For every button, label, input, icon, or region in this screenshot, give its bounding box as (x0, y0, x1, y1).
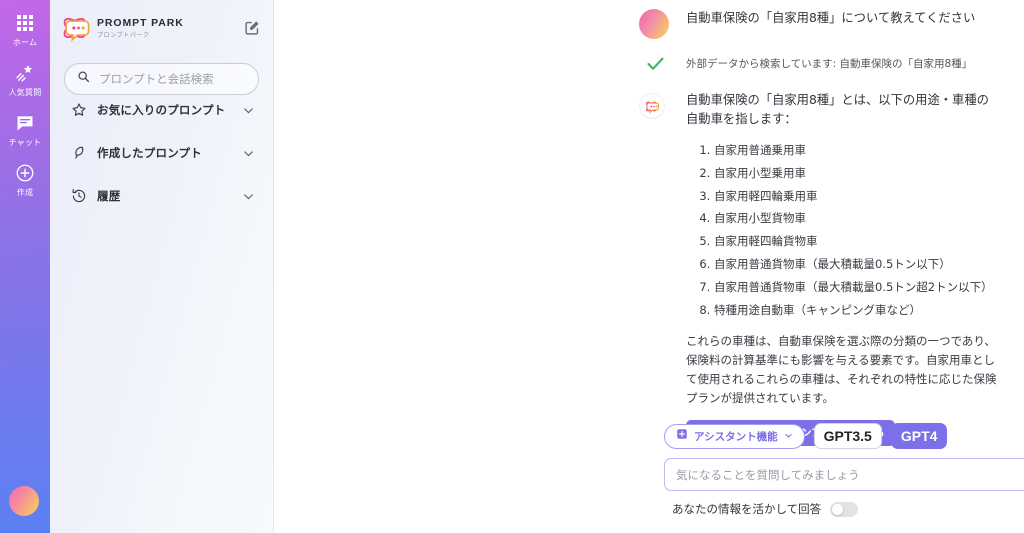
prompt-park-logo (60, 13, 94, 43)
chevron-down-icon[interactable] (242, 104, 255, 117)
list-item: 自家用軽四輪乗用車 (714, 185, 1000, 208)
list-item: 自家用普通貨物車（最大積載量0.5トン超2トン以下） (714, 276, 1000, 299)
list-item: 自家用軽四輪貨物車 (714, 230, 1000, 253)
brand-title: PROMPT PARK (97, 16, 184, 29)
message-input-row (664, 458, 1024, 491)
sidebar-label-favorite-prompts: お気に入りのプロンプト (97, 103, 226, 117)
list-item: 自家用小型乗用車 (714, 162, 1000, 185)
model-selector-row: アシスタント機能 GPT3.5 GPT4 (664, 423, 1024, 449)
list-item: 特種用途自動車（キャンピング車など） (714, 299, 1000, 322)
compose-icon[interactable] (241, 17, 263, 39)
app-root: ホーム 人気質問 チャット 作成 PROMPT PARK プロンプトパーク プロ… (0, 0, 1024, 533)
assistant-features-label: アシスタント機能 (694, 430, 778, 443)
rail-label-create: 作成 (16, 188, 34, 197)
chevron-down-icon (784, 427, 793, 445)
search-status-row: 外部データから検索しています: 自動車保険の「自家用8種」 (274, 39, 1024, 74)
assistant-paragraph: これらの車種は、自動車保険を選ぶ際の分類の一つであり、保険料の計算基準にも影響を… (686, 334, 997, 406)
history-clock-icon (68, 188, 90, 204)
rail-item-chat[interactable]: チャット (0, 112, 50, 148)
rail-item-popular[interactable]: 人気質問 (0, 62, 50, 98)
assistant-message: 自動車保険の「自家用8種」とは、以下の用途・車種の自動車を指します： 自家用普通… (274, 74, 1024, 447)
shooting-star-icon (15, 62, 35, 84)
composer: アシスタント機能 GPT3.5 GPT4 気になることを質問してみましょう あな… (664, 423, 1024, 533)
assistant-intro-text: 自動車保険の「自家用8種」とは、以下の用途・車種の自動車を指します： (686, 93, 989, 126)
search-status-text: 外部データから検索しています: 自動車保険の「自家用8種」 (686, 58, 973, 70)
rail-label-home: ホーム (12, 38, 38, 47)
chevron-down-icon[interactable] (242, 190, 255, 203)
personalization-toggle[interactable] (830, 501, 859, 517)
search-input[interactable] (99, 72, 246, 86)
sidebar-label-history: 履歴 (97, 189, 121, 203)
sidebar-item-created-prompts[interactable]: 作成したプロンプト (64, 138, 259, 168)
vehicle-type-list: 自家用普通乗用車 自家用小型乗用車 自家用軽四輪乗用車 自家用小型貨物車 自家用… (686, 139, 1000, 321)
list-item: 自家用小型貨物車 (714, 207, 1000, 230)
user-avatar (639, 9, 671, 39)
search-icon (77, 70, 90, 88)
assistant-badge-icon (676, 427, 688, 445)
rail-label-popular: 人気質問 (8, 88, 42, 97)
model-chip-gpt35[interactable]: GPT3.5 (813, 423, 882, 449)
message-input-wrapper[interactable] (664, 458, 1024, 491)
grid-icon (17, 12, 33, 34)
avatar[interactable] (9, 486, 39, 516)
assistant-features-button[interactable]: アシスタント機能 (664, 423, 805, 449)
search-box[interactable] (64, 63, 259, 95)
check-icon (639, 53, 671, 74)
rail-item-home[interactable]: ホーム (0, 12, 50, 48)
assistant-message-body: 自動車保険の「自家用8種」とは、以下の用途・車種の自動車を指します： 自家用普通… (671, 91, 1024, 447)
rail-item-create[interactable]: 作成 (0, 162, 50, 198)
brand-subtitle: プロンプトパーク (97, 31, 150, 39)
icon-rail: ホーム 人気質問 チャット 作成 (0, 0, 50, 533)
user-message-body: 自動車保険の「自家用8種」について教えてください (671, 9, 1024, 39)
personalization-toggle-row: あなたの情報を活かして回答 (664, 491, 1024, 533)
message-input[interactable] (676, 467, 1024, 482)
sidebar: PROMPT PARK プロンプトパーク プロンプトと会話検索 お気に入りのプロ… (50, 0, 274, 533)
sidebar-item-favorite-prompts[interactable]: お気に入りのプロンプト (64, 95, 259, 125)
prompt-park-logo-icon (639, 93, 665, 119)
plus-circle-icon (15, 162, 35, 184)
star-icon (68, 102, 90, 118)
model-chip-gpt4[interactable]: GPT4 (890, 423, 948, 449)
chat-scroll-area[interactable]: 自動車保険の「自家用8種」について教えてください 外部データから検索しています:… (274, 0, 1024, 447)
personalization-toggle-label: あなたの情報を活かして回答 (672, 502, 822, 516)
list-item: 自家用普通貨物車（最大積載量0.5トン以下） (714, 253, 1000, 276)
user-message: 自動車保険の「自家用8種」について教えてください (274, 0, 1024, 39)
sidebar-item-history[interactable]: 履歴 (64, 181, 259, 211)
brand-header: PROMPT PARK プロンプトパーク (50, 0, 273, 46)
sidebar-label-created-prompts: 作成したプロンプト (97, 146, 202, 160)
avatar (639, 9, 669, 39)
chat-main: 自動車保険の「自家用8種」について教えてください 外部データから検索しています:… (274, 0, 1024, 533)
assistant-avatar (639, 91, 671, 446)
chat-bubble-icon (15, 112, 35, 134)
brand-text: PROMPT PARK プロンプトパーク (97, 17, 184, 39)
user-message-text: 自動車保険の「自家用8種」について教えてください (686, 11, 976, 25)
chevron-down-icon[interactable] (242, 147, 255, 160)
list-item: 自家用普通乗用車 (714, 139, 1000, 162)
rail-label-chat: チャット (8, 138, 42, 147)
feather-pen-icon (68, 145, 90, 161)
